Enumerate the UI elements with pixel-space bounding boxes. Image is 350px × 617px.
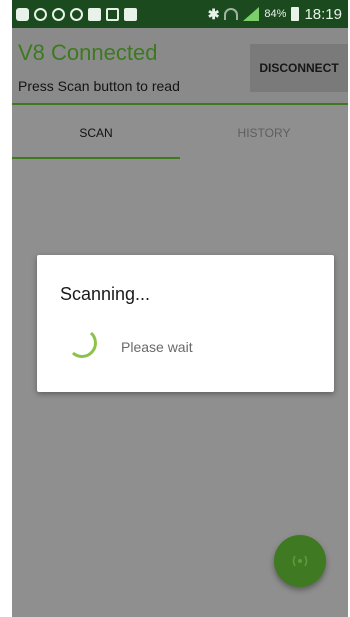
whatsapp-icon	[52, 7, 65, 21]
page-subtitle: Press Scan button to read	[18, 78, 180, 94]
image-icon	[106, 7, 119, 21]
phone-screen: ✱ 84% 18:19 V8 Connected Press Scan butt…	[12, 0, 348, 617]
battery-percent: 84%	[264, 8, 287, 20]
loading-spinner-icon	[71, 331, 97, 358]
minus-circle-icon	[34, 7, 47, 21]
tab-history[interactable]: HISTORY	[180, 107, 348, 159]
app-header: V8 Connected Press Scan button to read D…	[12, 28, 348, 105]
disconnect-button[interactable]: DISCONNECT	[250, 44, 348, 92]
mail-icon	[88, 7, 101, 21]
photo-icon	[124, 7, 137, 21]
nfc-scan-icon	[292, 555, 308, 567]
dialog-message: Please wait	[121, 339, 193, 355]
tab-scan[interactable]: SCAN	[12, 107, 180, 159]
page-title: V8 Connected	[18, 40, 158, 65]
clock: 18:19	[304, 5, 342, 23]
scanning-dialog: Scanning... Please wait	[37, 255, 334, 392]
notification-icons	[16, 7, 137, 21]
battery-icon	[291, 7, 300, 21]
message-icon	[16, 7, 29, 21]
wifi-icon	[224, 8, 239, 20]
chat-check-icon	[70, 7, 83, 21]
signal-icon	[243, 7, 260, 21]
dialog-title: Scanning...	[60, 284, 151, 304]
tab-bar: SCAN HISTORY	[12, 107, 348, 159]
status-bar: ✱ 84% 18:19	[12, 0, 348, 28]
scan-fab-button[interactable]	[274, 535, 326, 587]
system-icons: ✱ 84% 18:19	[208, 6, 342, 23]
bluetooth-icon: ✱	[207, 5, 220, 22]
